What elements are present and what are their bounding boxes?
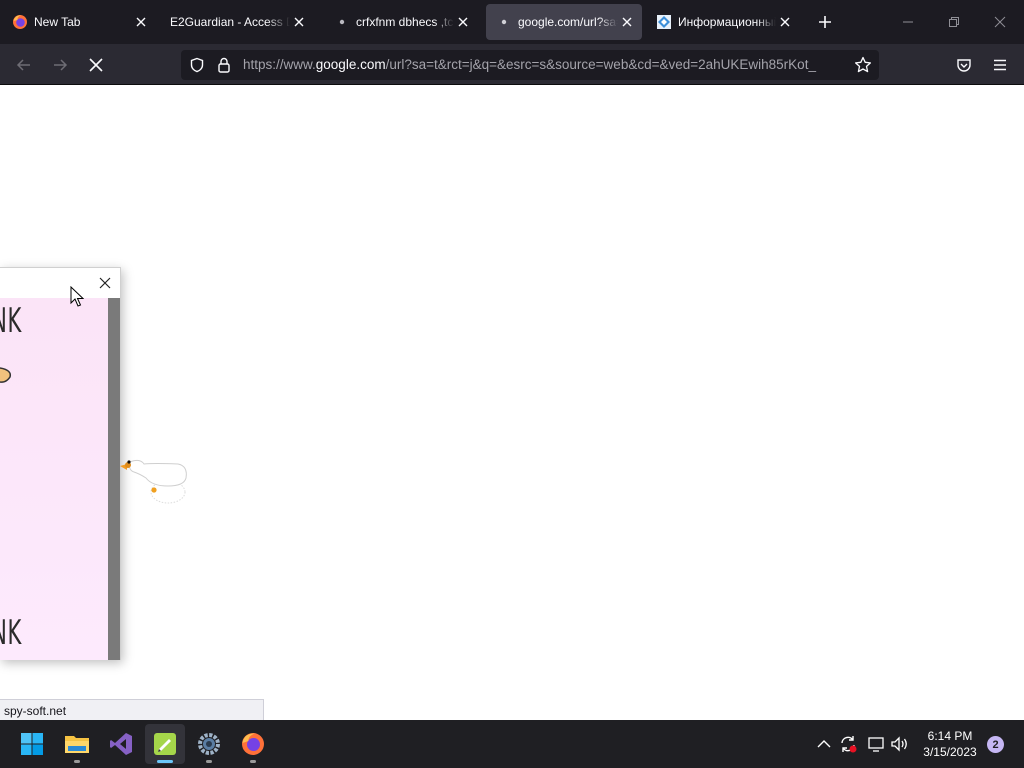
url-host: google.com [315, 57, 386, 72]
lock-icon[interactable] [215, 56, 233, 74]
screen: New Tab E2Guardian - Access Denied crfxf… [0, 0, 1024, 768]
popup-image: ONK ONK [0, 298, 108, 660]
volume-icon [891, 736, 907, 752]
pocket-button[interactable] [951, 52, 977, 78]
tab-new-tab[interactable]: New Tab [2, 4, 156, 40]
tab-title: Информационный [678, 15, 776, 29]
close-tab-icon[interactable] [776, 13, 794, 31]
display-tray-button[interactable] [866, 734, 886, 754]
loading-dot-icon [496, 14, 512, 30]
tab-title: New Tab [34, 15, 81, 29]
firefox-taskbar-button[interactable] [233, 724, 273, 764]
link-status-bar: spy-soft.net [0, 699, 264, 720]
running-indicator [250, 760, 256, 763]
visual-studio-button[interactable] [101, 724, 141, 764]
new-tab-button[interactable] [814, 11, 836, 33]
tab-google-active[interactable]: google.com/url?sa=t [486, 4, 642, 40]
visual-studio-icon [110, 733, 132, 755]
shield-icon[interactable] [188, 56, 206, 74]
notepad-app-icon [154, 733, 176, 755]
clock[interactable]: 6:14 PM 3/15/2023 [916, 728, 984, 760]
popup-close-button[interactable] [96, 274, 114, 292]
navigation-toolbar: https://www.google.com/url?sa=t&rct=j&q=… [0, 44, 1024, 85]
minimize-icon [903, 21, 913, 23]
tab-e2guardian[interactable]: E2Guardian - Access Denied [160, 4, 314, 40]
running-indicator [206, 760, 212, 763]
plus-icon [819, 16, 831, 28]
stop-button[interactable] [83, 52, 109, 78]
url-prefix: https://www. [243, 57, 316, 72]
display-icon [868, 737, 884, 752]
active-indicator [157, 760, 173, 763]
taskbar: 6:14 PM 3/15/2023 [0, 720, 1024, 768]
url-bar[interactable]: https://www.google.com/url?sa=t&rct=j&q=… [181, 50, 879, 80]
close-tab-icon[interactable] [290, 13, 308, 31]
goose-foot-icon [0, 367, 12, 383]
tab-title: E2Guardian - Access Denied [170, 15, 290, 29]
restore-button[interactable] [940, 8, 968, 36]
page-content [0, 85, 1024, 720]
restore-icon [949, 17, 959, 27]
close-icon [99, 277, 111, 289]
chevron-up-icon [817, 740, 831, 748]
sync-icon [841, 736, 857, 753]
honk-text-bottom: ONK [0, 613, 23, 653]
close-tab-icon[interactable] [618, 13, 636, 31]
url-text[interactable]: https://www.google.com/url?sa=t&rct=j&q=… [243, 57, 847, 72]
show-hidden-icons-button[interactable] [814, 734, 834, 754]
start-button[interactable] [12, 724, 52, 764]
tab-strip: New Tab E2Guardian - Access Denied crfxf… [0, 0, 1024, 44]
bookmark-star-button[interactable] [853, 55, 873, 75]
volume-tray-button[interactable] [890, 734, 910, 754]
honk-text-top: ONK [0, 301, 23, 341]
tab-crfxfnm[interactable]: crfxfnm dbhecs ,tcgkfnyj [324, 4, 478, 40]
running-indicator [74, 760, 80, 763]
file-explorer-button[interactable] [57, 724, 97, 764]
settings-button[interactable] [189, 724, 229, 764]
menu-icon [994, 59, 1006, 71]
firefox-icon [242, 733, 264, 755]
close-icon [994, 16, 1006, 28]
clock-time: 6:14 PM [927, 729, 973, 743]
windows-start-icon [21, 733, 43, 755]
minimize-button[interactable] [894, 8, 922, 36]
forward-icon [54, 59, 68, 71]
diamond-site-icon [656, 14, 672, 30]
sync-tray-button[interactable] [838, 734, 858, 754]
settings-icon [198, 733, 220, 755]
file-explorer-icon [65, 736, 89, 753]
loading-dot-icon [334, 14, 350, 30]
mouse-cursor-icon [70, 286, 84, 307]
window-close-button[interactable] [986, 8, 1014, 36]
back-icon [16, 59, 30, 71]
firefox-icon [12, 14, 28, 30]
url-path: /url?sa=t&rct=j&q=&esrc=s&source=web&cd=… [385, 57, 816, 72]
stop-icon [89, 58, 103, 72]
close-tab-icon[interactable] [454, 13, 472, 31]
back-button[interactable] [11, 52, 37, 78]
notification-badge[interactable]: 2 [987, 736, 1004, 753]
popup-window: ONK ONK [0, 267, 121, 660]
forward-button[interactable] [47, 52, 73, 78]
tab-title: crfxfnm dbhecs ,tcgkfnyj [356, 15, 454, 29]
tab-informatsionny[interactable]: Информационный [646, 4, 800, 40]
app-menu-button[interactable] [987, 52, 1013, 78]
close-tab-icon[interactable] [132, 13, 150, 31]
desktop-goose-icon [120, 459, 187, 504]
tab-title: google.com/url?sa=t [518, 15, 618, 29]
star-icon [854, 56, 872, 73]
notepad-app-button[interactable] [145, 724, 185, 764]
pocket-icon [957, 59, 971, 72]
clock-date: 3/15/2023 [923, 745, 977, 759]
